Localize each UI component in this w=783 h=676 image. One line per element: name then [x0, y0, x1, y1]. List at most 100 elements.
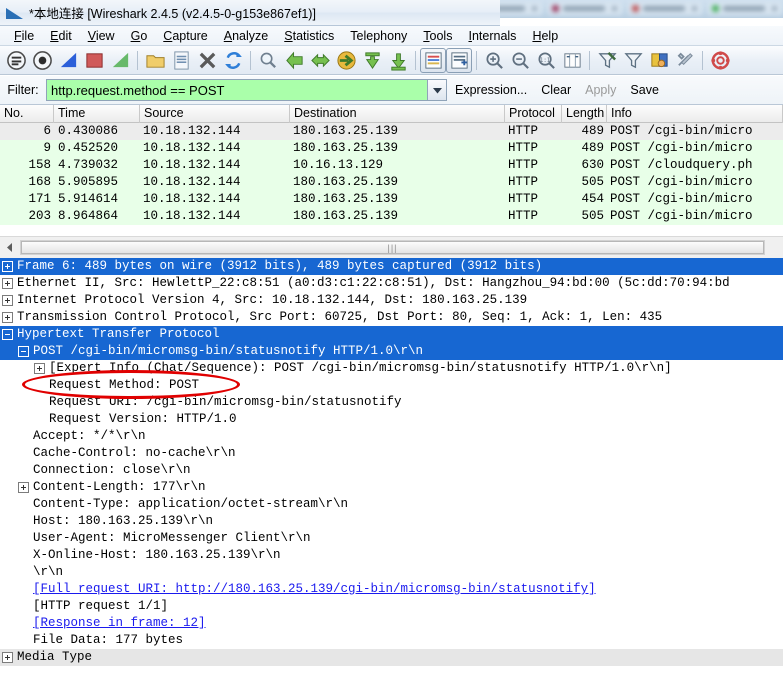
filter-history-dropdown[interactable]	[428, 79, 447, 101]
clear-filter-button[interactable]: Clear	[541, 83, 571, 97]
menu-item-tools[interactable]: Tools	[415, 28, 460, 44]
detail-tree-row[interactable]: Cache-Control: no-cache\r\n	[0, 445, 783, 462]
preferences-icon[interactable]	[672, 48, 698, 73]
tree-expand-icon[interactable]	[2, 295, 13, 306]
tree-expand-icon[interactable]	[2, 652, 13, 663]
packet-list-hscrollbar[interactable]: |||	[0, 236, 783, 258]
detail-tree-label[interactable]: [Full request URI: http://180.163.25.139…	[33, 581, 596, 598]
menu-item-telephony[interactable]: Telephony	[342, 28, 415, 44]
packet-column-header-len[interactable]: Length	[562, 105, 607, 123]
save-file-icon[interactable]	[168, 48, 194, 73]
menu-item-internals[interactable]: Internals	[460, 28, 524, 44]
detail-tree-row[interactable]: Media Type	[0, 649, 783, 666]
resize-columns-icon[interactable]	[559, 48, 585, 73]
tree-collapse-icon[interactable]	[2, 329, 13, 340]
menu-item-view[interactable]: View	[80, 28, 123, 44]
packet-row[interactable]: 171 5.914614 10.18.132.144 180.163.25.139 HT…	[0, 191, 783, 208]
packet-row[interactable]: 6 0.430086 10.18.132.144 180.163.25.139 HTTP…	[0, 123, 783, 140]
packet-list-pane[interactable]: No. Time Source Destination Protocol Length In…	[0, 105, 783, 236]
detail-tree-row[interactable]: Internet Protocol Version 4, Src: 10.18.…	[0, 292, 783, 309]
packet-column-header-dst[interactable]: Destination	[290, 105, 505, 123]
hscroll-thumb[interactable]: |||	[21, 241, 764, 254]
detail-tree-row[interactable]: File Data: 177 bytes	[0, 632, 783, 649]
menu-item-file[interactable]: File	[6, 28, 42, 44]
packet-detail-pane[interactable]: Frame 6: 489 bytes on wire (3912 bits), …	[0, 258, 783, 676]
interfaces-icon[interactable]	[3, 48, 29, 73]
reload-icon[interactable]	[220, 48, 246, 73]
zoom-reset-icon[interactable]: 1:1	[533, 48, 559, 73]
menu-item-edit[interactable]: Edit	[42, 28, 80, 44]
scroll-left-button[interactable]	[2, 240, 18, 256]
tree-expand-icon[interactable]	[18, 482, 29, 493]
detail-tree-row[interactable]: Content-Length: 177\r\n	[0, 479, 783, 496]
detail-tree-row[interactable]: Transmission Control Protocol, Src Port:…	[0, 309, 783, 326]
go-to-packet-icon[interactable]	[333, 48, 359, 73]
detail-tree-row[interactable]: [Expert Info (Chat/Sequence): POST /cgi-…	[0, 360, 783, 377]
capture-filters-icon[interactable]	[594, 48, 620, 73]
detail-tree-label: File Data: 177 bytes	[33, 633, 184, 647]
menu-item-capture[interactable]: Capture	[155, 28, 215, 44]
start-capture-icon[interactable]	[55, 48, 81, 73]
packet-column-header-info[interactable]: Info	[607, 105, 783, 123]
packet-column-header-pro[interactable]: Protocol	[505, 105, 562, 123]
menu-item-statistics[interactable]: Statistics	[276, 28, 342, 44]
packet-list-body[interactable]: 6 0.430086 10.18.132.144 180.163.25.139 HTTP…	[0, 123, 783, 225]
detail-tree-row[interactable]: POST /cgi-bin/micromsg-bin/statusnotify …	[0, 343, 783, 360]
zoom-in-icon[interactable]	[481, 48, 507, 73]
packet-row[interactable]: 158 4.739032 10.18.132.144 10.16.13.129 HTTP…	[0, 157, 783, 174]
detail-tree-row[interactable]: Host: 180.163.25.139\r\n	[0, 513, 783, 530]
find-packet-icon[interactable]	[255, 48, 281, 73]
go-back-icon[interactable]	[281, 48, 307, 73]
display-filter-input[interactable]	[47, 80, 427, 100]
restart-capture-icon[interactable]	[107, 48, 133, 73]
tree-expand-icon[interactable]	[2, 312, 13, 323]
help-icon[interactable]	[707, 48, 733, 73]
detail-tree-row[interactable]: User-Agent: MicroMessenger Client\r\n	[0, 530, 783, 547]
detail-tree-row[interactable]: X-Online-Host: 180.163.25.139\r\n	[0, 547, 783, 564]
packet-row[interactable]: 168 5.905895 10.18.132.144 180.163.25.139 HT…	[0, 174, 783, 191]
close-file-icon[interactable]	[194, 48, 220, 73]
detail-tree-row[interactable]: Request URI: /cgi-bin/micromsg-bin/statu…	[0, 394, 783, 411]
expression-button[interactable]: Expression...	[455, 83, 527, 97]
detail-tree-row[interactable]: Hypertext Transfer Protocol	[0, 326, 783, 343]
zoom-out-icon[interactable]	[507, 48, 533, 73]
tree-collapse-icon[interactable]	[18, 346, 29, 357]
detail-tree-row[interactable]: Connection: close\r\n	[0, 462, 783, 479]
capture-options-icon[interactable]	[29, 48, 55, 73]
packet-column-header-no[interactable]: No.	[0, 105, 54, 123]
menu-item-go[interactable]: Go	[123, 28, 156, 44]
detail-tree-row[interactable]: Content-Type: application/octet-stream\r…	[0, 496, 783, 513]
display-filters-icon[interactable]	[620, 48, 646, 73]
packet-row[interactable]: 203 8.964864 10.18.132.144 180.163.25.139 HT…	[0, 208, 783, 225]
detail-tree-row[interactable]: Ethernet II, Src: HewlettP_22:c8:51 (a0:…	[0, 275, 783, 292]
go-first-packet-icon[interactable]	[359, 48, 385, 73]
tree-expand-icon[interactable]	[2, 261, 13, 272]
tree-expand-icon[interactable]	[2, 278, 13, 289]
detail-tree-row[interactable]: Frame 6: 489 bytes on wire (3912 bits), …	[0, 258, 783, 275]
detail-tree-row[interactable]: Request Method: POST	[0, 377, 783, 394]
autoscroll-toggle-icon[interactable]	[446, 47, 472, 73]
detail-tree-row[interactable]: \r\n	[0, 564, 783, 581]
open-file-icon[interactable]	[142, 48, 168, 73]
tree-expand-icon[interactable]	[34, 363, 45, 374]
detail-tree-label[interactable]: [Response in frame: 12]	[33, 615, 206, 632]
go-forward-icon[interactable]	[307, 48, 333, 73]
detail-tree-row[interactable]: [HTTP request 1/1]	[0, 598, 783, 615]
menu-item-help[interactable]: Help	[524, 28, 566, 44]
detail-tree-row[interactable]: Request Version: HTTP/1.0	[0, 411, 783, 428]
go-last-packet-icon[interactable]	[385, 48, 411, 73]
save-filter-button[interactable]: Save	[630, 83, 659, 97]
apply-filter-button[interactable]: Apply	[585, 83, 616, 97]
filter-input-wrapper[interactable]	[46, 79, 428, 101]
colorize-toggle-icon[interactable]	[420, 47, 446, 73]
detail-tree-row[interactable]: [Response in frame: 12]	[0, 615, 783, 632]
packet-row[interactable]: 9 0.452520 10.18.132.144 180.163.25.139 HTTP…	[0, 140, 783, 157]
packet-column-header-time[interactable]: Time	[54, 105, 140, 123]
stop-capture-icon[interactable]	[81, 48, 107, 73]
hscroll-track[interactable]: |||	[20, 240, 765, 255]
detail-tree-row[interactable]: [Full request URI: http://180.163.25.139…	[0, 581, 783, 598]
packet-column-header-src[interactable]: Source	[140, 105, 290, 123]
menu-item-analyze[interactable]: Analyze	[216, 28, 276, 44]
coloring-rules-icon[interactable]	[646, 48, 672, 73]
detail-tree-row[interactable]: Accept: */*\r\n	[0, 428, 783, 445]
